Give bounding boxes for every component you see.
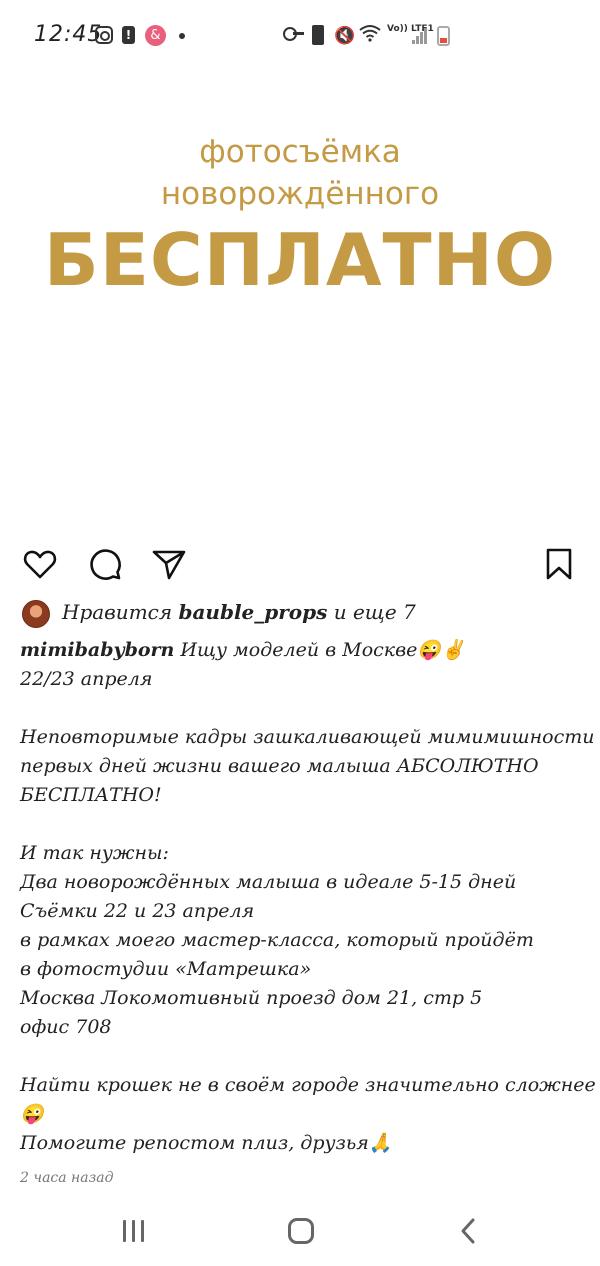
caption-line: Москва Локомотивный проезд дом 21, стр 5 [20, 987, 483, 1009]
caption-line-text: Ищу моделей в Москве😜✌ [174, 639, 465, 661]
caption-line: Найти крошек не в своём городе значитель… [20, 1074, 596, 1096]
system-nav-bar [0, 1196, 600, 1266]
caption-username[interactable]: mimibabyborn [20, 639, 174, 661]
caption-line: офис 708 [20, 1016, 112, 1038]
caption-line [20, 694, 590, 723]
likes-prefix: Нравится [62, 600, 179, 624]
post-image[interactable]: фотосъёмка новорождённого БЕСПЛАТНО [0, 72, 600, 530]
liker-avatar[interactable] [22, 600, 50, 628]
battery-icon [437, 26, 450, 46]
post-timestamp: 2 часа назад [20, 1170, 114, 1186]
instagram-notification-icon [95, 26, 113, 44]
status-bar: 12:45 ! & 🔇 Vo)) LTE1 [0, 0, 600, 72]
caption-line: 😜 [20, 1103, 44, 1125]
signal-icon [412, 28, 428, 44]
post-caption: mimibabyborn Ищу моделей в Москве😜✌ 22/2… [20, 636, 596, 1158]
bookmark-icon[interactable] [541, 546, 577, 582]
recent-apps-button[interactable] [120, 1220, 148, 1242]
caption-line [20, 1042, 590, 1071]
caption-line: Помогите репостом плиз, друзья🙏 [20, 1132, 393, 1154]
app-notification-icon: & [145, 25, 166, 46]
back-button[interactable] [458, 1216, 478, 1246]
caption-line: 22/23 апреля [20, 668, 153, 690]
post-actions [0, 540, 600, 588]
caption-line: И так нужны: [20, 842, 169, 864]
caption-line: первых дней жизни вашего малыша АБСОЛЮТН… [20, 755, 539, 777]
promo-line-free: БЕСПЛАТНО [43, 218, 557, 302]
heart-icon[interactable] [22, 546, 58, 582]
alert-notification-icon: ! [122, 26, 135, 44]
home-button[interactable] [288, 1218, 314, 1244]
likes-suffix[interactable]: и еще 7 [327, 600, 416, 624]
wifi-icon [359, 24, 381, 47]
caption-line [20, 810, 590, 839]
caption-line: в фотостудии «Матрешка» [20, 958, 312, 980]
likes-text: Нравится bauble_props и еще 7 [62, 600, 416, 624]
more-notifications-icon [179, 33, 185, 39]
mute-icon: 🔇 [334, 26, 356, 46]
caption-line: Неповторимые кадры зашкаливающей мимимиш… [20, 726, 595, 748]
battery-saver-icon [312, 25, 324, 45]
caption-line: Съёмки 22 и 23 апреля [20, 900, 255, 922]
status-time: 12:45 [34, 22, 103, 47]
caption-line: mimibabyborn Ищу моделей в Москве😜✌ [20, 636, 590, 665]
liker-username[interactable]: bauble_props [178, 600, 327, 624]
comment-icon[interactable] [87, 546, 123, 582]
caption-line: БЕСПЛАТНО! [20, 784, 162, 806]
vpn-key-icon [283, 27, 304, 41]
promo-line-newborn: новорождённого [160, 176, 440, 212]
share-icon[interactable] [151, 546, 187, 582]
caption-line: в рамках моего мастер-класса, который пр… [20, 929, 534, 951]
caption-line: Два новорождённых малыша в идеале 5-15 д… [20, 871, 517, 893]
promo-line-photoshoot: фотосъёмка [199, 134, 401, 170]
